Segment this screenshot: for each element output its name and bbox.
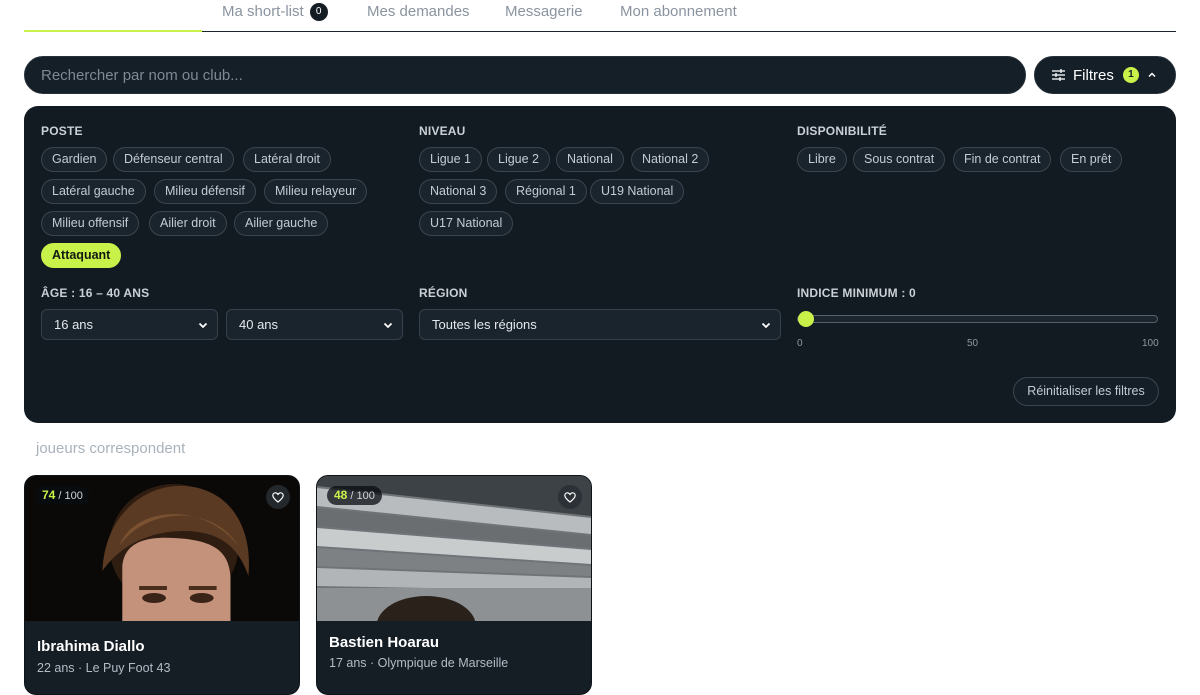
chip-poste-lateral-droit[interactable]: Latéral droit [243,147,332,172]
poste-section-title: POSTE [41,124,83,138]
active-tab-indicator [24,30,202,32]
player-score: 48 [334,488,348,502]
filters-label: Filtres [1073,66,1114,84]
chip-niveau-ligue-1[interactable]: Ligue 1 [419,147,483,172]
chip-niveau-national-3[interactable]: National 3 [419,179,498,204]
chip-poste-lateral-gauche[interactable]: Latéral gauche [41,179,146,204]
region-section-title: RÉGION [419,286,468,300]
chip-niveau-u19-national[interactable]: U19 National [590,179,685,204]
chip-niveau-national[interactable]: National [556,147,624,172]
indice-minimum-slider[interactable] [797,311,1158,327]
chip-poste-defenseur-central[interactable]: Défenseur central [113,147,234,172]
chevron-up-icon [1148,72,1156,78]
player-meta: 22 ans · Le Puy Foot 43 [37,661,171,675]
filters-toggle-button[interactable]: Filtres 1 [1034,56,1176,94]
sliders-icon [1052,69,1065,81]
chevron-down-icon [383,322,393,329]
player-name: Bastien Hoarau [329,634,440,651]
short-list-count-badge: 0 [309,3,328,21]
player-info: Ibrahima Diallo 22 ans · Le Puy Foot 43 [25,621,299,694]
tab-short-list[interactable]: Ma short-list 0 [222,3,328,21]
tab-mes-demandes[interactable]: Mes demandes [367,3,470,20]
player-score-badge: 48 / 100 [327,486,382,505]
chip-poste-ailier-droit[interactable]: Ailier droit [149,211,227,236]
results-count-label: joueurs correspondent [36,440,186,457]
search-input[interactable] [24,56,1026,94]
player-name: Ibrahima Diallo [37,638,145,655]
favorite-button[interactable] [266,485,290,509]
chip-niveau-national-2[interactable]: National 2 [631,147,710,172]
chip-dispo-libre[interactable]: Libre [797,147,847,172]
player-score-max: / 100 [58,490,83,502]
reset-filters-button[interactable]: Réinitialiser les filtres [1013,377,1159,406]
tab-label: Ma short-list [222,3,304,20]
chevron-down-icon [198,322,208,329]
chip-poste-attaquant[interactable]: Attaquant [41,243,122,268]
player-meta: 17 ans · Olympique de Marseille [329,656,509,670]
player-card[interactable]: 74 / 100 Ibrahima Diallo 22 ans · Le Puy… [24,475,300,695]
age-max-select[interactable]: 40 ans [226,309,403,340]
player-card[interactable]: 48 / 100 Bastien Hoarau 17 ans · Olympiq… [316,475,592,695]
tab-messagerie[interactable]: Messagerie [505,3,583,20]
player-info: Bastien Hoarau 17 ans · Olympique de Mar… [317,621,591,694]
slider-thumb[interactable] [798,311,814,327]
age-section-title: ÂGE : 16 – 40 ANS [41,286,150,300]
chip-niveau-ligue-2[interactable]: Ligue 2 [487,147,551,172]
heart-icon [272,491,284,503]
player-score-badge: 74 / 100 [35,486,90,505]
active-filters-count-badge: 1 [1122,67,1139,83]
chip-poste-milieu-defensif[interactable]: Milieu défensif [154,179,256,204]
slider-tick-mid: 50 [967,338,979,349]
slider-tick-max: 100 [1142,338,1159,349]
player-score-max: / 100 [350,490,375,502]
chip-poste-milieu-relayeur[interactable]: Milieu relayeur [264,179,368,204]
chip-poste-milieu-offensif[interactable]: Milieu offensif [41,211,140,236]
chip-dispo-sous-contrat[interactable]: Sous contrat [853,147,946,172]
age-min-select[interactable]: 16 ans [41,309,218,340]
niveau-section-title: NIVEAU [419,124,466,138]
disponibilite-section-title: DISPONIBILITÉ [797,124,887,138]
favorite-button[interactable] [558,485,582,509]
age-max-value: 40 ans [239,317,279,332]
player-score: 74 [42,488,56,502]
chip-poste-gardien[interactable]: Gardien [41,147,108,172]
chip-niveau-u17-national[interactable]: U17 National [419,211,514,236]
tab-mon-abonnement[interactable]: Mon abonnement [620,3,737,20]
heart-icon [564,491,576,503]
chevron-down-icon [761,322,771,329]
region-value: Toutes les régions [432,317,537,332]
chip-poste-ailier-gauche[interactable]: Ailier gauche [234,211,329,236]
filters-panel: POSTE Gardien Défenseur central Latéral … [24,106,1176,423]
slider-tick-min: 0 [797,338,803,349]
age-min-value: 16 ans [54,317,94,332]
region-select[interactable]: Toutes les régions [419,309,781,340]
chip-dispo-en-pret[interactable]: En prêt [1060,147,1123,172]
indice-section-title: INDICE MINIMUM : 0 [797,286,916,300]
nav-tabs: Ma short-list 0 Mes demandes Messagerie M… [24,0,1176,32]
chip-dispo-fin-de-contrat[interactable]: Fin de contrat [953,147,1052,172]
chip-niveau-regional-1[interactable]: Régional 1 [505,179,587,204]
